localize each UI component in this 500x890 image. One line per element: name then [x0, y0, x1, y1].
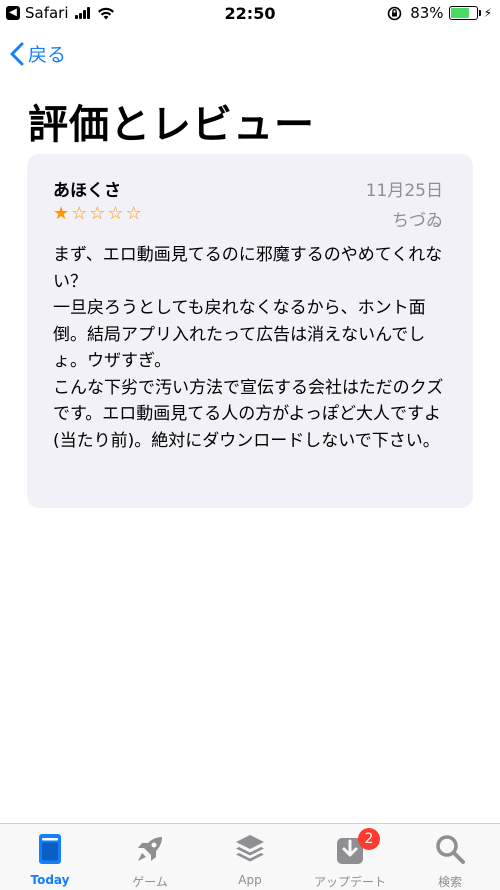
battery-level: [450, 8, 469, 18]
tab-label: ゲーム: [132, 875, 168, 889]
tab-updates[interactable]: 2 アップデート: [300, 824, 400, 890]
today-icon: [39, 834, 61, 864]
tab-apps[interactable]: App: [200, 824, 300, 890]
charging-icon: ⚡: [483, 6, 492, 20]
updates-badge: 2: [358, 828, 380, 850]
rocket-icon: [138, 837, 162, 861]
star-filled-icon: ★: [53, 203, 70, 224]
star-rating: ★ ☆ ☆ ☆ ☆: [53, 204, 144, 224]
tab-today[interactable]: Today: [0, 824, 100, 890]
review-card[interactable]: あほくさ 11月25日 ★ ☆ ☆ ☆ ☆ ちづゐ まず、エロ動画見てるのに邪魔するのや…: [27, 154, 473, 508]
star-empty-icon: ☆: [107, 203, 124, 224]
star-empty-icon: ☆: [89, 203, 106, 224]
tab-label: 検索: [437, 875, 462, 889]
review-body: まず、エロ動画見てるのに邪魔するのやめてくれない？ 一旦戻ろうとしても戻れなくな…: [53, 245, 444, 451]
rotation-lock-icon: [387, 6, 402, 20]
chevron-left-icon: [10, 42, 24, 65]
back-button-label: 戻る: [28, 44, 67, 66]
star-empty-icon: ☆: [71, 203, 88, 224]
status-bar: ◀ Safari 22:50 83% ⚡: [0, 0, 500, 28]
battery-percent: 83%: [410, 4, 444, 22]
page-title: 評価とレビュー: [28, 102, 315, 148]
battery-icon: [448, 6, 481, 20]
battery-cap: [478, 10, 481, 16]
star-empty-icon: ☆: [125, 203, 142, 224]
tab-label: App: [238, 873, 262, 887]
tab-bar: Today ゲーム App 2 アップデート 検索: [0, 823, 500, 890]
status-bar-right: 83% ⚡: [387, 4, 492, 22]
tab-label: アップデート: [313, 875, 386, 889]
layers-icon: [236, 835, 264, 862]
tab-label: Today: [30, 873, 70, 887]
tab-search[interactable]: 検索: [400, 824, 500, 890]
back-button[interactable]: 戻る: [10, 40, 66, 67]
review-title: あほくさ: [53, 181, 121, 201]
tab-games[interactable]: ゲーム: [100, 824, 200, 890]
review-date: 11月25日: [365, 181, 443, 201]
search-icon: [436, 835, 465, 864]
reviewer-nickname: ちづゐ: [392, 211, 443, 231]
